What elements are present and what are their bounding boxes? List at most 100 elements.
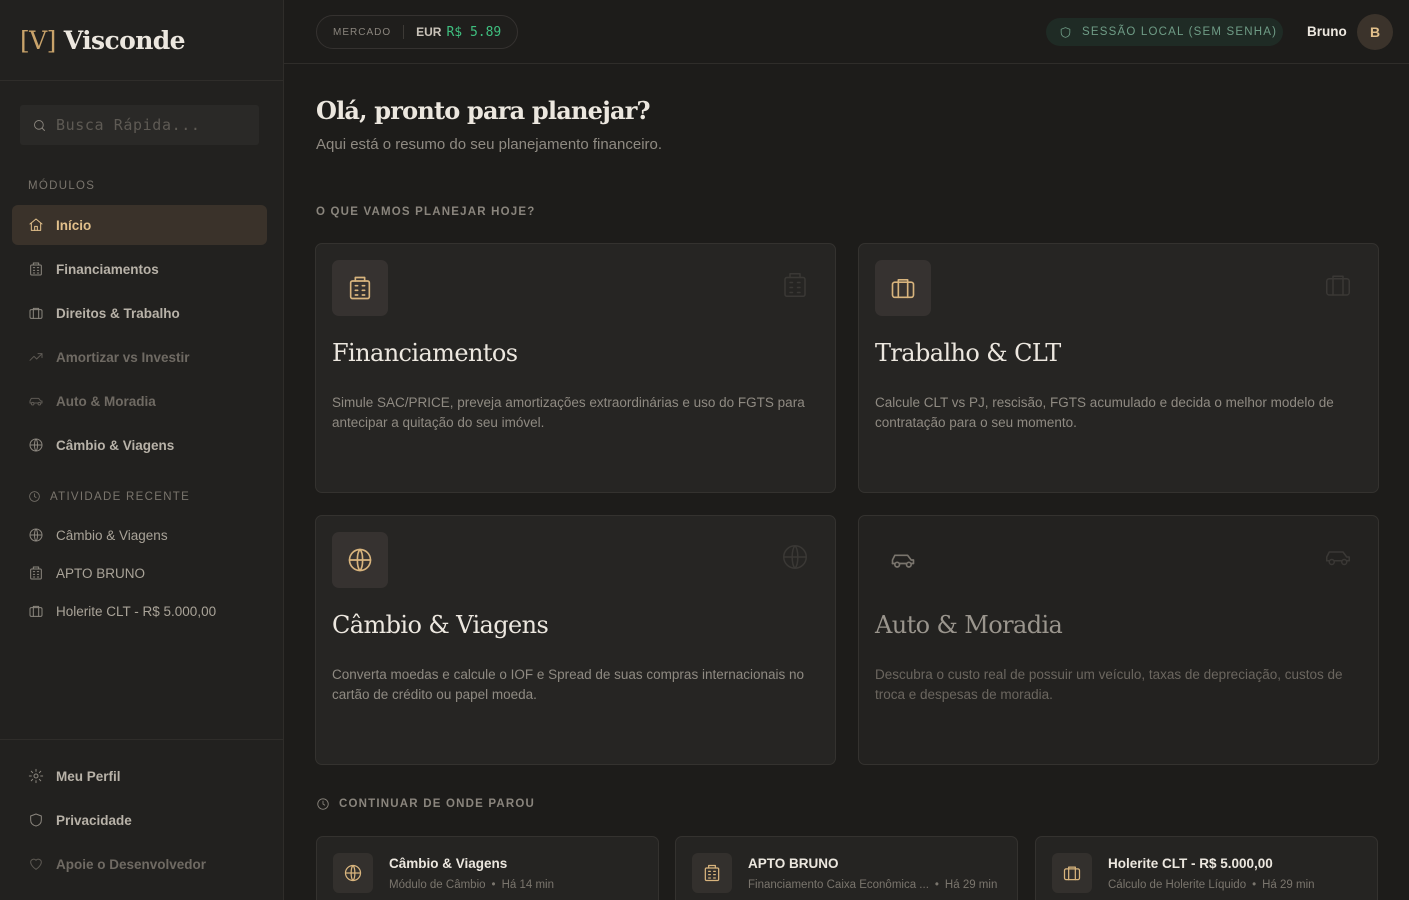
search-input[interactable] [56,116,236,134]
quick-search [20,105,259,145]
card-auto-moradia[interactable]: Auto & Moradia Descubra o custo real de … [858,515,1379,765]
continue-time: Há 29 min [944,879,998,891]
logo-name: Visconde [63,25,186,55]
continue-meta-text: Módulo de Câmbio [389,879,486,891]
home-icon [28,217,44,233]
continue-icon-badge [692,853,732,893]
continue-meta: Módulo de Câmbio • Há 14 min [389,879,554,891]
continue-icon-badge [333,853,373,893]
user-name[interactable]: Bruno [1307,24,1347,39]
sidebar-item-label: Início [56,217,92,233]
recent-item-holerite[interactable]: Holerite CLT - R$ 5.000,00 [12,593,267,629]
sidebar-item-auto-moradia[interactable]: Auto & Moradia [12,381,267,421]
shield-icon [28,812,44,828]
sidebar-item-amortizar-investir[interactable]: Amortizar vs Investir [12,337,267,377]
car-icon [28,393,44,409]
continue-item-cambio[interactable]: Câmbio & Viagens Módulo de Câmbio • Há 14 … [316,836,659,900]
recent-item-apto[interactable]: APTO BRUNO [12,555,267,591]
recent-activity-title: ATIVIDADE RECENTE [28,490,190,503]
sidebar-item-meu-perfil[interactable]: Meu Perfil [12,756,267,796]
session-badge: SESSÃO LOCAL (SEM SENHA) [1046,18,1283,46]
card-watermark [1323,542,1353,572]
continue-meta: Cálculo de Holerite Líquido • Há 29 min [1108,879,1315,891]
globe-icon [780,542,810,572]
sidebar-item-financiamentos[interactable]: Financiamentos [12,249,267,289]
card-title: Financiamentos [332,339,518,367]
continue-item-apto[interactable]: APTO BRUNO Financiamento Caixa Econômica… [675,836,1018,900]
car-icon [889,546,917,574]
globe-icon [28,527,44,543]
continue-title: APTO BRUNO [748,856,839,871]
building-icon [28,261,44,277]
briefcase-icon [889,274,917,302]
logo-mark: [V] [20,25,56,55]
meta-separator: • [934,879,939,891]
avatar[interactable]: B [1357,14,1393,50]
market-divider [403,25,405,39]
card-title: Trabalho & CLT [875,339,1061,367]
card-icon-badge [332,532,388,588]
recent-item-label: Câmbio & Viagens [56,527,168,543]
exchange-rate: R$ 5.89 [446,24,502,40]
card-watermark [780,542,810,572]
continue-title: Câmbio & Viagens [389,856,508,871]
briefcase-icon [28,603,44,619]
sidebar-item-privacidade[interactable]: Privacidade [12,800,267,840]
card-financiamentos[interactable]: Financiamentos Simule SAC/PRICE, preveja… [315,243,836,493]
market-ticker: MERCADO EUR R$ 5.89 [316,15,518,49]
briefcase-icon [1062,863,1082,883]
continue-item-holerite[interactable]: Holerite CLT - R$ 5.000,00 Cálculo de Ho… [1035,836,1378,900]
card-watermark [1323,270,1353,300]
card-title: Auto & Moradia [875,611,1063,639]
building-icon [780,270,810,300]
building-icon [346,274,374,302]
card-title: Câmbio & Viagens [332,611,549,639]
globe-icon [346,546,374,574]
continue-title: Holerite CLT - R$ 5.000,00 [1108,856,1273,871]
card-description: Descubra o custo real de possuir um veíc… [875,667,1343,702]
recent-activity-label: ATIVIDADE RECENTE [50,490,191,503]
car-icon [1323,542,1353,572]
continue-meta-text: Financiamento Caixa Econômica ... [748,879,929,891]
sidebar-item-label: Direitos & Trabalho [56,305,180,321]
recent-item-cambio[interactable]: Câmbio & Viagens [12,517,267,553]
search-icon [32,118,47,133]
clock-icon [316,797,330,811]
card-description: Simule SAC/PRICE, preveja amortizações e… [332,395,805,430]
sidebar: [V] Visconde MÓDULOS Início Financiament… [0,0,284,900]
sidebar-item-label: Financiamentos [56,261,159,277]
card-icon-badge [875,260,931,316]
globe-icon [343,863,363,883]
sidebar-item-label: Auto & Moradia [56,393,156,409]
building-icon [702,863,722,883]
clock-icon [28,490,41,503]
card-trabalho-clt[interactable]: Trabalho & CLT Calcule CLT vs PJ, rescis… [858,243,1379,493]
recent-item-label: APTO BRUNO [56,565,146,581]
card-cambio-viagens[interactable]: Câmbio & Viagens Converta moedas e calcu… [315,515,836,765]
sidebar-item-label: Amortizar vs Investir [56,349,190,365]
heart-icon [28,856,44,872]
app-logo[interactable]: [V] Visconde [0,0,283,81]
continue-meta-text: Cálculo de Holerite Líquido [1108,879,1247,891]
sidebar-item-direitos-trabalho[interactable]: Direitos & Trabalho [12,293,267,333]
card-watermark [780,270,810,300]
trending-up-icon [28,349,44,365]
plan-section-title: O QUE VAMOS PLANEJAR HOJE? [316,206,536,218]
topbar: MERCADO EUR R$ 5.89 SESSÃO LOCAL (SEM SE… [284,0,1409,64]
page-subtitle: Aqui está o resumo do seu planejamento f… [316,136,663,153]
sidebar-item-inicio[interactable]: Início [12,205,267,245]
page-title: Olá, pronto para planejar? [316,96,651,125]
session-label: SESSÃO LOCAL (SEM SENHA) [1082,26,1278,38]
shield-icon [1059,26,1072,39]
sidebar-item-label: Privacidade [56,812,132,828]
gear-icon [28,768,44,784]
sidebar-item-cambio-viagens[interactable]: Câmbio & Viagens [12,425,267,465]
currency-code: EUR [416,25,442,39]
continue-section-label: CONTINUAR DE ONDE PAROU [339,798,536,810]
sidebar-item-label: Câmbio & Viagens [56,437,175,453]
continue-meta: Financiamento Caixa Econômica ... • Há 29 … [748,879,997,891]
continue-icon-badge [1052,853,1092,893]
sidebar-item-apoie[interactable]: Apoie o Desenvolvedor [12,844,267,884]
modules-section-title: MÓDULOS [28,180,96,192]
sidebar-item-label: Apoie o Desenvolvedor [56,856,207,872]
